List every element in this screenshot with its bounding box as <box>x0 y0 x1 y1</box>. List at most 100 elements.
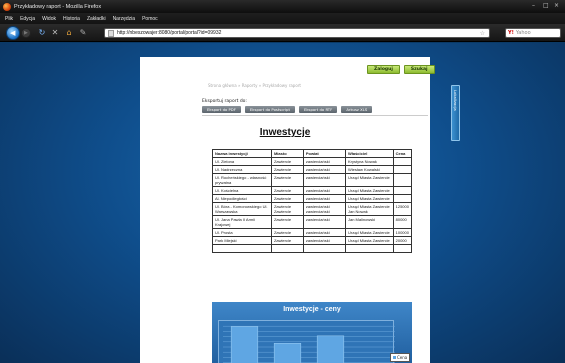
menu-item-file[interactable]: Plik <box>5 16 13 22</box>
menu-item-view[interactable]: Widok <box>42 16 56 22</box>
table-cell: Zawiercie <box>270 157 304 166</box>
page-icon <box>108 29 114 37</box>
page-title: Inwestycje <box>259 127 311 138</box>
window-title: Przykładowy raport - Mozilla Firefox <box>14 3 102 10</box>
chart-svg <box>223 325 395 363</box>
menu-bar: Plik Edycja Widok Historia Zakładki Narz… <box>0 13 565 24</box>
menu-item-bookmarks[interactable]: Zakładki <box>87 16 106 22</box>
table-cell: Zawiercie <box>270 186 304 195</box>
legend-swatch <box>393 356 396 359</box>
table-cell: Wiesław Kowalski <box>344 165 394 174</box>
price-chart: Inwestycje - ceny Cena <box>212 302 412 363</box>
table-row: Ul. Nadrzeczna Zawiercie zawierciański Wies… <box>212 165 413 174</box>
table-cell: zawierciański <box>302 236 346 245</box>
column-header-city: Miasto <box>270 149 304 158</box>
table-cell <box>392 186 413 195</box>
table-row: Ul. Prosta Zawiercie zawierciański Urząd Mi… <box>212 228 413 237</box>
side-tab-location[interactable]: Lokalizacja <box>451 85 460 141</box>
table-cell <box>392 194 413 203</box>
search-button[interactable]: Szukaj <box>403 65 435 74</box>
table-row: Al. Niepodległości Zawiercie zawierciański… <box>212 194 413 203</box>
table-cell: zawierciański <box>302 173 346 187</box>
table-cell: Urząd Miasta Zawiercie <box>344 236 394 245</box>
search-box[interactable]: Y! Yahoo <box>505 28 561 38</box>
yahoo-icon: Y! <box>508 30 514 36</box>
table-cell: Urząd Miasta Zawiercie <box>344 194 394 203</box>
table-cell: Ul. Rocheńskiego - własność prywatna <box>212 173 272 187</box>
menu-item-tools[interactable]: Narzędzia <box>113 16 136 22</box>
window-titlebar: Przykładowy raport - Mozilla Firefox – □… <box>0 0 565 13</box>
window-controls: – □ × <box>532 3 561 9</box>
top-buttons: Zaloguj Szukaj <box>367 65 435 74</box>
table-cell: zawierciański zawierciański <box>302 202 346 216</box>
table-cell: zawierciański <box>302 228 346 237</box>
login-button[interactable]: Zaloguj <box>367 65 400 74</box>
table-cell: zawierciański <box>302 186 346 195</box>
divider <box>202 115 428 116</box>
menu-item-help[interactable]: Pomoc <box>142 16 158 22</box>
table-cell: 80000 <box>392 215 413 229</box>
table-cell: Ul. Zielona <box>212 157 272 166</box>
firefox-icon <box>3 2 11 11</box>
column-header-price: Cena <box>392 149 413 158</box>
export-xls-button[interactable]: Arkusz XLS <box>341 106 373 113</box>
table-cell: Zawiercie <box>270 228 304 237</box>
investments-table: Nazwa inwestycji Miasto Powiat Właścicie… <box>212 149 413 253</box>
stop-icon[interactable]: ✕ <box>50 28 60 38</box>
table-cell: Zawiercie <box>270 173 304 187</box>
table-row-empty <box>212 244 413 253</box>
export-label: Eksportuj raport do: <box>202 99 247 104</box>
bookmark-star-icon[interactable]: ☆ <box>480 30 485 37</box>
tool-icon[interactable]: ✎ <box>78 28 88 38</box>
table-row: Park Miejski Zawiercie zawierciański Urząd … <box>212 236 413 245</box>
table-cell: zawierciański <box>302 215 346 229</box>
table-row: Ul. Bóra - Komorowskiego Ul. Warszawska Z… <box>212 202 413 216</box>
column-header-county: Powiat <box>302 149 346 158</box>
table-cell: Urząd Miasta Zawiercie <box>344 173 394 187</box>
table-cell: Ul. Kościelna <box>212 186 272 195</box>
address-bar[interactable]: http://nbeszowajer:8080/portal/portal?id… <box>104 28 490 38</box>
table-cell <box>392 157 413 166</box>
chart-bar <box>230 326 259 363</box>
chart-bar <box>316 335 345 363</box>
chart-plot-area <box>218 320 395 363</box>
export-postscript-button[interactable]: Eksport do Postscript <box>244 106 295 113</box>
menu-item-history[interactable]: Historia <box>63 16 80 22</box>
breadcrumb: Strona główna » Raporty » Przykładowy ra… <box>208 83 301 88</box>
table-cell: Park Miejski <box>212 236 272 245</box>
table-cell: 125000 <box>392 202 413 216</box>
table-header-row: Nazwa inwestycji Miasto Powiat Właścicie… <box>212 149 413 158</box>
report-page: Zaloguj Szukaj Strona główna » Raporty »… <box>140 57 435 363</box>
table-cell: Al. Niepodległości <box>212 194 272 203</box>
export-pdf-button[interactable]: Eksport do PDF <box>202 106 241 113</box>
home-icon[interactable]: ⌂ <box>64 28 74 38</box>
table-cell: zawierciański <box>302 194 346 203</box>
url-text: http://nbeszowajer:8080/portal/portal?id… <box>117 30 222 36</box>
close-icon[interactable]: × <box>554 3 561 9</box>
column-header-owner: Właściciel <box>344 149 394 158</box>
table-cell: Krystyna Nowak <box>344 157 394 166</box>
table-cell: Urząd Miasta Zawiercie <box>344 186 394 195</box>
table-cell: Ul. Jana Pawła II Armii Krajowej <box>212 215 272 229</box>
back-button[interactable] <box>6 26 20 40</box>
table-cell: Zawiercie <box>270 194 304 203</box>
minimize-icon[interactable]: – <box>532 3 539 9</box>
legend-label: Cena <box>397 355 408 360</box>
navigation-toolbar: ↻ ✕ ⌂ ✎ http://nbeszowajer:8080/portal/p… <box>0 24 565 42</box>
chart-legend: Cena <box>390 353 410 362</box>
table-cell: Zawiercie Zawiercie <box>270 202 304 216</box>
chart-bar <box>273 343 302 363</box>
table-cell: Zawiercie <box>270 215 304 229</box>
table-cell <box>392 173 413 187</box>
table-cell: zawierciański <box>302 165 346 174</box>
search-placeholder: Yahoo <box>515 30 531 36</box>
export-rtf-button[interactable]: Eksport do RTF <box>298 106 338 113</box>
maximize-icon[interactable]: □ <box>543 3 550 9</box>
forward-button[interactable] <box>21 28 31 38</box>
chart-title: Inwestycje - ceny <box>283 306 341 313</box>
table-row: Ul. Kościelna Zawiercie zawierciański Urząd… <box>212 186 413 195</box>
table-cell: zawierciański <box>302 157 346 166</box>
table-cell: Ul. Prosta <box>212 228 272 237</box>
menu-item-edit[interactable]: Edycja <box>20 16 35 22</box>
reload-icon[interactable]: ↻ <box>37 28 47 38</box>
